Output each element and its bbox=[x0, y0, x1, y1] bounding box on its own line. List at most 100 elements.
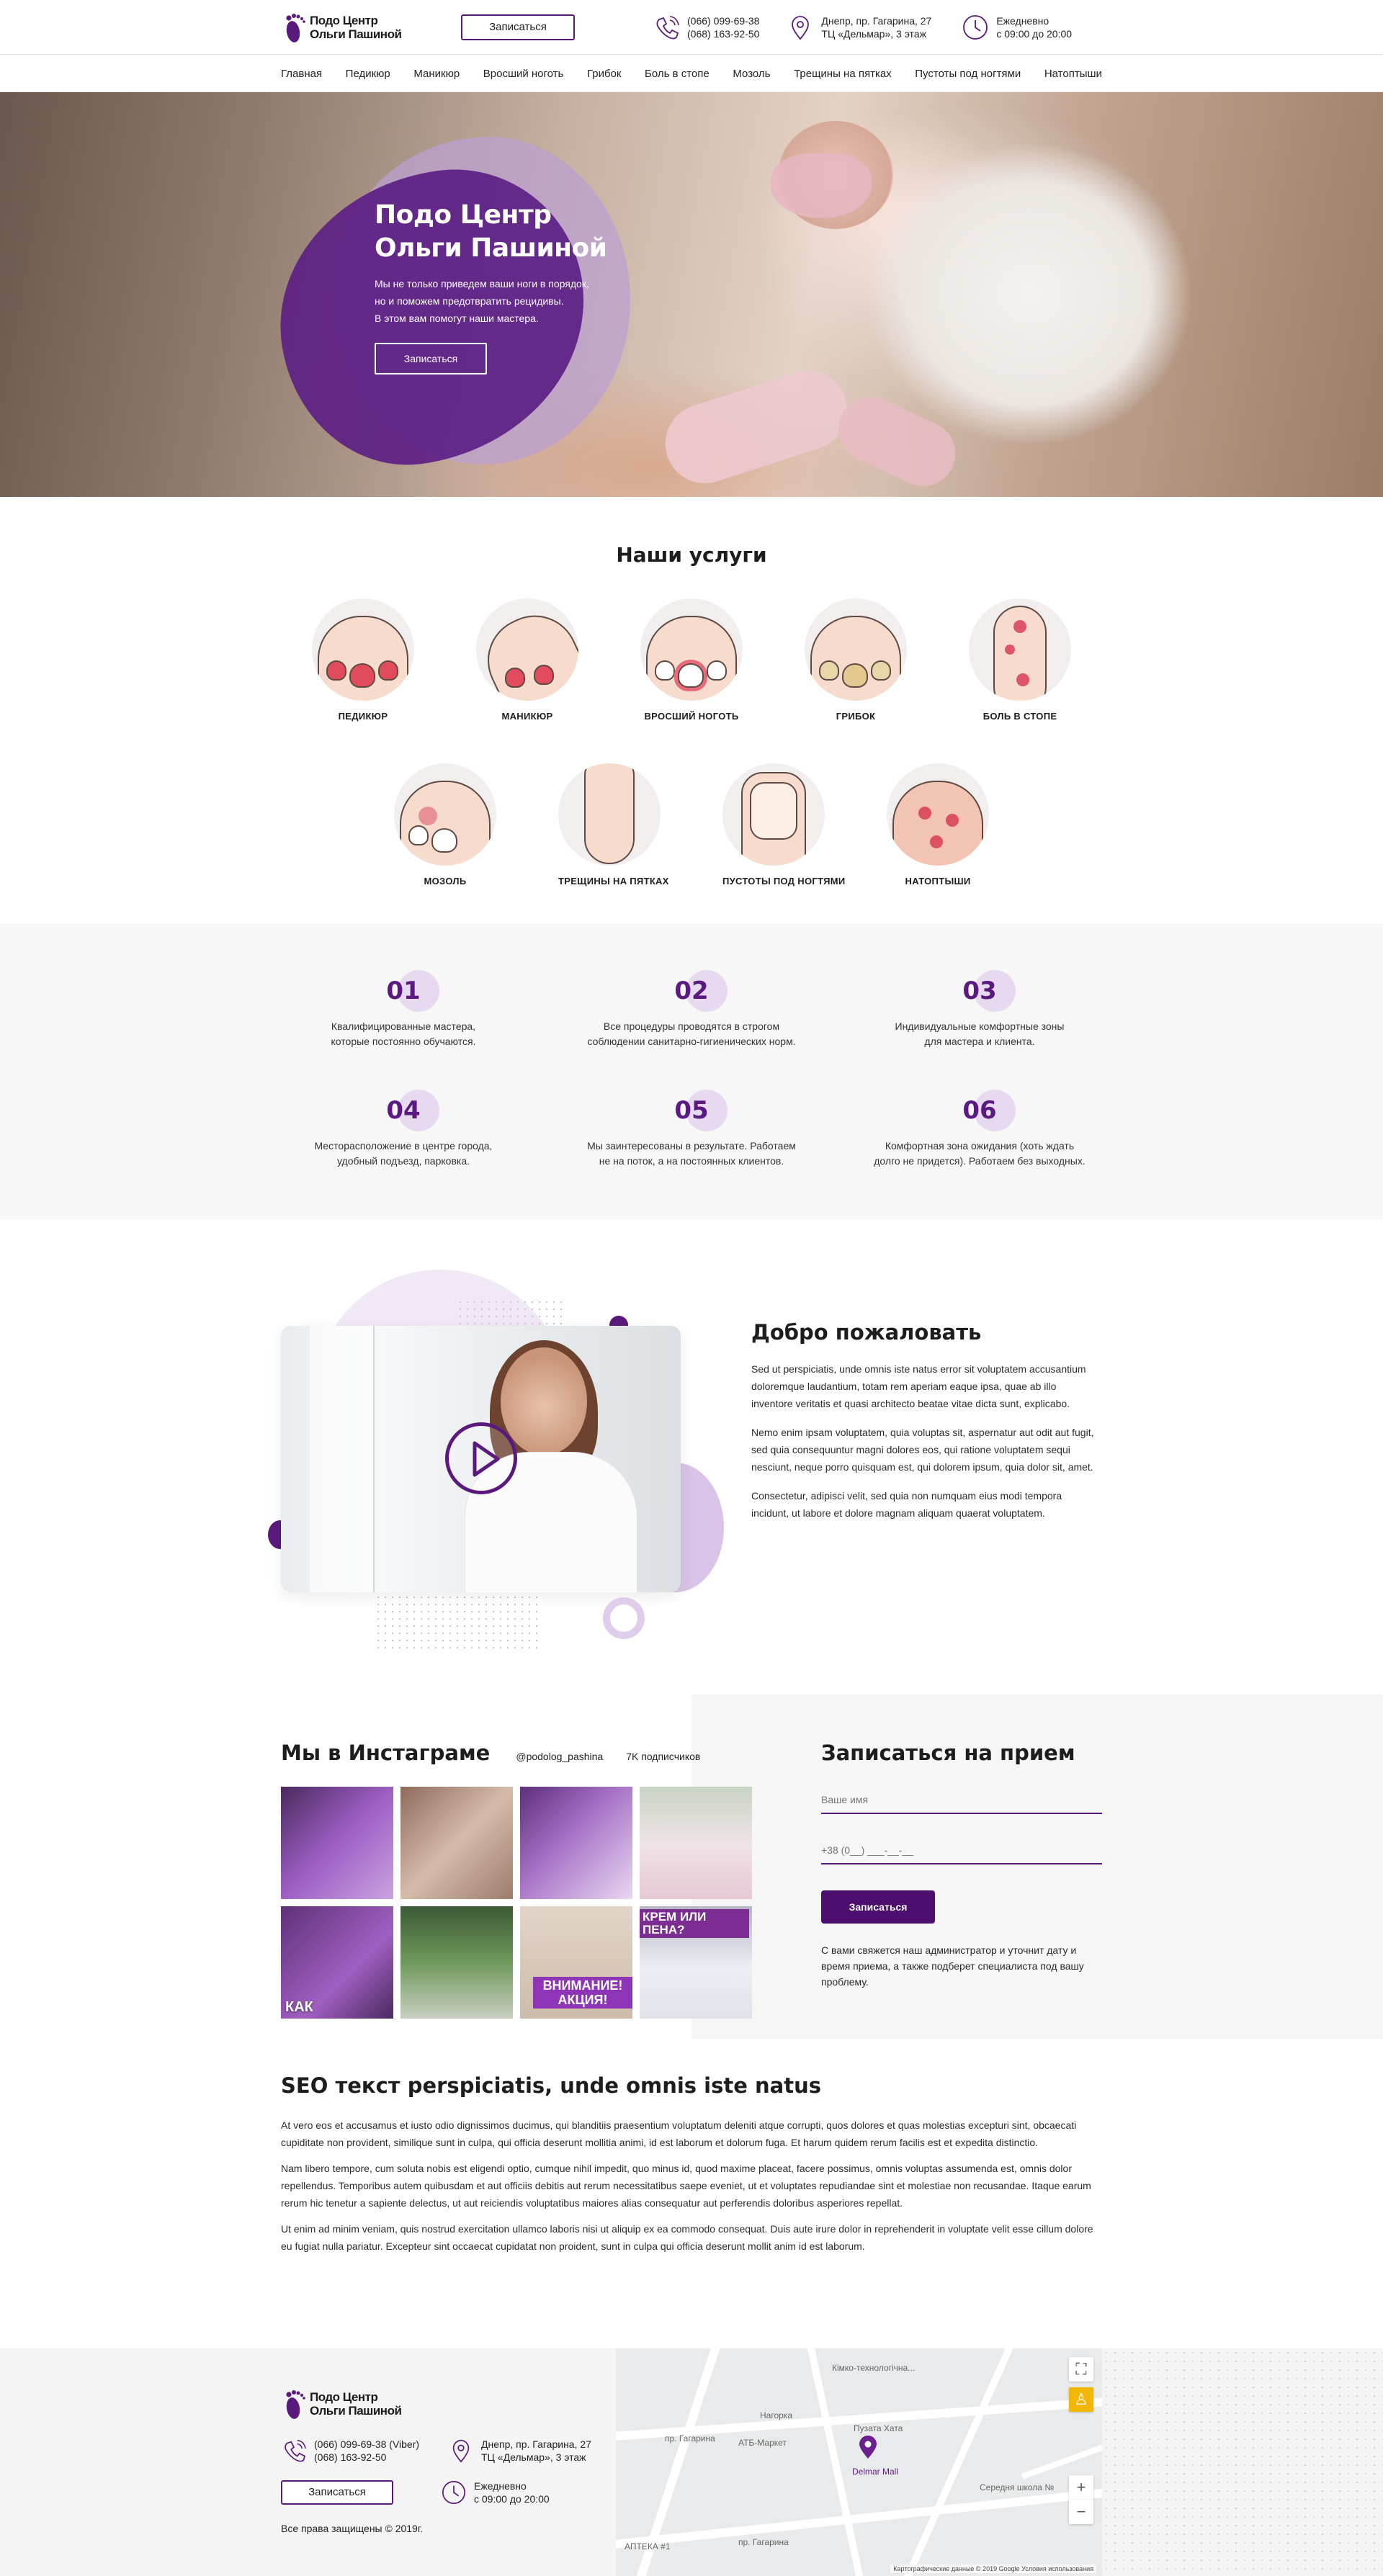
map-pin-icon bbox=[859, 2436, 877, 2459]
instagram-post-caption: ВНИМАНИЕ! АКЦИЯ! bbox=[533, 1977, 632, 2009]
seo-title: SEO текст perspiciatis, unde omnis iste … bbox=[281, 2073, 821, 2098]
service-foot-pain[interactable]: БОЛЬ В СТОПЕ bbox=[969, 598, 1071, 722]
advantage-item: 05 Мы заинтересованы в результате. Работа… bbox=[547, 1090, 836, 1169]
nav-item-foot-pain[interactable]: Боль в стопе bbox=[645, 68, 710, 80]
footer-phone-2: (068) 163-92-50 bbox=[314, 2451, 387, 2463]
nav-item-home[interactable]: Главная bbox=[281, 68, 322, 80]
nail-voids-icon bbox=[722, 763, 825, 866]
footer-address-2: ТЦ «Дельмар», 3 этаж bbox=[481, 2451, 586, 2463]
nav-item-manicure[interactable]: Маникюр bbox=[413, 68, 460, 80]
hero-section: Подо Центр Ольги Пашиной Мы не только пр… bbox=[0, 92, 1383, 497]
service-nail-voids[interactable]: ПУСТОТЫ ПОД НОГТЯМИ bbox=[722, 763, 846, 887]
google-map[interactable]: пр. Гагарина АТБ-Маркет Нагорка Пузата Х… bbox=[616, 2348, 1102, 2576]
service-fungus[interactable]: ГРИБОК bbox=[805, 598, 907, 722]
heel-cracks-icon bbox=[558, 763, 661, 866]
logo-text: Подо Центр Ольги Пашиной bbox=[310, 2390, 402, 2418]
phone-icon bbox=[285, 2440, 306, 2462]
form-note: С вами свяжется наш администратор и уточ… bbox=[821, 1944, 1084, 1988]
footer-phones[interactable]: (066) 099-69-38 (Viber) (068) 163-92-50 bbox=[281, 2438, 448, 2464]
clock-icon bbox=[963, 15, 988, 40]
clock-icon bbox=[442, 2480, 466, 2505]
footer-logo[interactable]: Подо Центр Ольги Пашиной bbox=[281, 2386, 612, 2422]
logo[interactable]: Подо Центр Ольги Пашиной bbox=[281, 9, 461, 45]
footer-book-button[interactable]: Записаться bbox=[281, 2480, 393, 2505]
instagram-post[interactable] bbox=[520, 1787, 632, 1899]
hero-title: Подо Центр Ольги Пашиной bbox=[375, 199, 634, 265]
service-heel-cracks[interactable]: ТРЕЩИНЫ НА ПЯТКАХ bbox=[558, 763, 668, 887]
advantage-number: 06 bbox=[962, 1090, 1016, 1131]
service-manicure[interactable]: МАНИКЮР bbox=[476, 598, 578, 722]
instagram-subscribers: 7K подписчиков bbox=[626, 1751, 701, 1762]
logo-line2: Ольги Пашиной bbox=[310, 2404, 402, 2418]
welcome-paragraph: Consectetur, adipisci velit, sed quia no… bbox=[751, 1490, 1062, 1519]
hours-1: Ежедневно bbox=[996, 15, 1049, 27]
street-view-button[interactable]: ♙ bbox=[1069, 2387, 1093, 2412]
header-book-button[interactable]: Записаться bbox=[461, 14, 575, 40]
hero-text-line2: но и поможем предотвратить рецидивы. bbox=[375, 295, 564, 307]
nav-item-callus[interactable]: Мозоль bbox=[733, 68, 770, 80]
instagram-post[interactable] bbox=[400, 1787, 513, 1899]
footer-hours-1: Ежедневно bbox=[474, 2480, 527, 2492]
advantage-number: 01 bbox=[386, 970, 440, 1012]
advantages-section: 01 Квалифицированные мастера, которые пост… bbox=[0, 924, 1383, 1219]
service-label: ПУСТОТЫ ПОД НОГТЯМИ bbox=[722, 876, 846, 887]
map-label: Delmar Mall bbox=[852, 2467, 899, 2477]
logo-line1: Подо Центр bbox=[310, 14, 378, 27]
zoom-in-button[interactable]: + bbox=[1069, 2475, 1093, 2500]
instagram-post[interactable]: КАК bbox=[281, 1906, 393, 2019]
service-corns[interactable]: НАТОПТЫШИ bbox=[887, 763, 989, 887]
booking-form: Записаться на прием Записаться С вами св… bbox=[821, 1741, 1102, 1990]
instagram-post[interactable]: ВНИМАНИЕ! АКЦИЯ! bbox=[520, 1906, 632, 2019]
nav-item-fungus[interactable]: Грибок bbox=[587, 68, 622, 80]
instagram-post[interactable]: КРЕМ ИЛИ ПЕНА? bbox=[640, 1906, 752, 2019]
nav-item-nail-voids[interactable]: Пустоты под ногтями bbox=[915, 68, 1021, 80]
location-pin-icon bbox=[792, 16, 810, 40]
hero-book-button[interactable]: Записаться bbox=[375, 343, 487, 374]
instagram-account-link[interactable]: @podolog_pashina bbox=[516, 1751, 603, 1762]
header-phones[interactable]: (066) 099-69-38 (068) 163-92-50 bbox=[653, 14, 759, 41]
fullscreen-button[interactable]: ⛶ bbox=[1069, 2357, 1093, 2382]
zoom-out-button[interactable]: − bbox=[1069, 2500, 1093, 2524]
main-nav: Главная Педикюр Маникюр Вросший ноготь Г… bbox=[0, 55, 1383, 92]
service-label: ПЕДИКЮР bbox=[338, 711, 388, 722]
instagram-title: Мы в Инстаграме bbox=[281, 1741, 491, 1765]
instagram-post[interactable] bbox=[640, 1787, 752, 1899]
phone-field[interactable] bbox=[821, 1837, 1102, 1864]
decor-dots bbox=[1102, 2348, 1383, 2576]
header-hours: Ежедневно с 09:00 до 20:00 bbox=[962, 14, 1072, 41]
foot-logo-icon bbox=[286, 2390, 305, 2419]
decor-dots bbox=[457, 1298, 565, 1324]
instagram-post[interactable] bbox=[281, 1787, 393, 1899]
name-field[interactable] bbox=[821, 1787, 1102, 1814]
manicure-icon bbox=[476, 598, 578, 701]
service-callus[interactable]: МОЗОЛЬ bbox=[394, 763, 496, 887]
service-label: БОЛЬ В СТОПЕ bbox=[983, 711, 1057, 722]
header-address: Днепр, пр. Гагарина, 27 ТЦ «Дельмар», 3 э… bbox=[787, 14, 931, 41]
advantage-number: 04 bbox=[386, 1090, 440, 1131]
map-label: Кімко-технологічна... bbox=[832, 2363, 916, 2373]
phone-2: (068) 163-92-50 bbox=[687, 28, 760, 40]
service-ingrown-nail[interactable]: ВРОСШИЙ НОГОТЬ bbox=[640, 598, 743, 722]
submit-booking-button[interactable]: Записаться bbox=[821, 1890, 935, 1924]
nav-item-heel-cracks[interactable]: Трещины на пятках bbox=[794, 68, 892, 80]
map-label: Середня школа № bbox=[980, 2482, 1055, 2492]
nav-item-pedicure[interactable]: Педикюр bbox=[346, 68, 390, 80]
service-label: МАНИКЮР bbox=[501, 711, 553, 722]
advantage-number: 05 bbox=[674, 1090, 728, 1131]
advantage-text: Квалифицированные мастера, которые постоя… bbox=[331, 1020, 476, 1047]
welcome-video[interactable] bbox=[281, 1326, 681, 1592]
corns-icon bbox=[887, 763, 989, 866]
play-button[interactable] bbox=[445, 1422, 517, 1494]
nav-item-corns[interactable]: Натоптыши bbox=[1044, 68, 1102, 80]
service-pedicure[interactable]: ПЕДИКЮР bbox=[312, 598, 414, 722]
map-label: АПТЕКА #1 bbox=[625, 2541, 671, 2552]
hero-text-line3: В этом вам помогут наши мастера. bbox=[375, 313, 539, 324]
foot-logo-icon bbox=[286, 14, 305, 42]
nav-item-ingrown-nail[interactable]: Вросший ноготь bbox=[483, 68, 564, 80]
advantage-item: 06 Комфортная зона ожидания (хоть ждать до… bbox=[836, 1090, 1124, 1169]
seo-paragraph: Ut enim ad minim veniam, quis nostrud ex… bbox=[281, 2223, 1093, 2252]
instagram-post[interactable] bbox=[400, 1906, 513, 2019]
foot-pain-icon bbox=[969, 598, 1071, 701]
decor-dots bbox=[375, 1594, 540, 1651]
service-label: МОЗОЛЬ bbox=[424, 876, 467, 887]
